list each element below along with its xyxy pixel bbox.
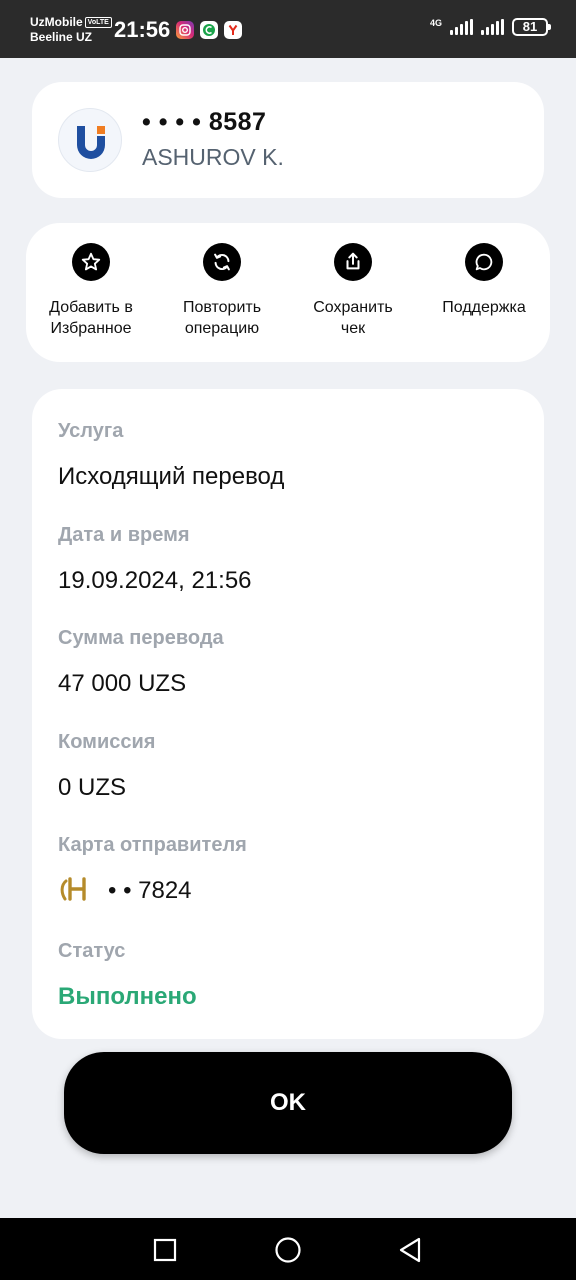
chat-icon <box>465 243 503 281</box>
carrier-info: UzMobile VoLTE Beeline UZ <box>30 15 112 45</box>
label-line-1: Добавить в <box>49 299 133 316</box>
status-bar: UzMobile VoLTE Beeline UZ 21:56 4G 81 <box>0 0 576 58</box>
instagram-icon <box>176 21 194 39</box>
add-to-favorites-label: Добавить в Избранное <box>31 297 151 339</box>
label-line-1: Поддержка <box>442 299 526 316</box>
recipient-card-number: • • • • 8587 <box>142 108 266 137</box>
signal-icon-sim1 <box>450 19 473 35</box>
label-line-2: Избранное <box>50 320 132 337</box>
ok-button[interactable]: OK <box>64 1052 512 1154</box>
recipient-card: • • • • 8587 ASHUROV K. <box>32 82 544 198</box>
service-value: Исходящий перевод <box>58 463 285 490</box>
add-to-favorites-button[interactable]: Добавить в Избранное <box>31 243 151 339</box>
label-line-1: Повторить <box>182 299 262 316</box>
home-icon[interactable] <box>272 1234 304 1266</box>
signal-icon-sim2 <box>481 19 504 35</box>
repeat-operation-label: Повторить операцию <box>162 297 282 339</box>
sender-card-number: • • 7824 <box>108 877 192 904</box>
save-receipt-label: Сохранить чек <box>293 297 413 339</box>
volte-badge: VoLTE <box>84 17 112 28</box>
amount-value: 47 000 UZS <box>58 670 187 697</box>
service-label: Услуга <box>58 420 124 442</box>
humo-card-icon <box>58 875 94 903</box>
carrier-secondary: Beeline UZ <box>30 30 93 44</box>
label-line-1: Сохранить <box>313 299 393 316</box>
star-icon <box>72 243 110 281</box>
datetime-value: 19.09.2024, 21:56 <box>58 567 252 594</box>
sender-card-label: Карта отправителя <box>58 834 247 856</box>
back-icon[interactable] <box>394 1234 426 1266</box>
card-mask: • • • • <box>142 108 202 136</box>
carrier-primary: UzMobile <box>30 15 83 29</box>
recipient-name: ASHUROV K. <box>142 144 284 170</box>
status-label: Статус <box>58 940 126 962</box>
fee-value: 0 UZS <box>58 774 127 801</box>
save-receipt-button[interactable]: Сохранить чек <box>293 243 413 339</box>
refresh-icon <box>203 243 241 281</box>
transaction-details-card: Услуга Исходящий перевод Дата и время 19… <box>32 389 544 1039</box>
recent-apps-icon[interactable] <box>149 1234 181 1266</box>
bank-logo <box>58 108 122 172</box>
actions-card: Добавить в Избранное Повторить операцию … <box>26 223 550 362</box>
support-label: Поддержка <box>424 297 544 318</box>
support-button[interactable]: Поддержка <box>424 243 544 318</box>
status-time: 21:56 <box>114 17 171 42</box>
notification-icons <box>176 21 242 39</box>
label-line-2: операцию <box>184 320 260 337</box>
share-icon <box>334 243 372 281</box>
system-navigation-bar <box>0 1218 576 1280</box>
datetime-label: Дата и время <box>58 524 190 546</box>
yandex-icon <box>224 21 242 39</box>
messenger-icon <box>200 21 218 39</box>
amount-label: Сумма перевода <box>58 627 224 649</box>
repeat-operation-button[interactable]: Повторить операцию <box>162 243 282 339</box>
network-type: 4G <box>429 18 442 28</box>
status-indicators: 4G 81 <box>429 18 551 36</box>
status-value: Выполнено <box>58 983 197 1010</box>
card-last-digits: 8587 <box>208 108 267 136</box>
battery-icon: 81 <box>512 18 551 36</box>
label-line-2: чек <box>340 320 366 337</box>
fee-label: Комиссия <box>58 731 156 753</box>
